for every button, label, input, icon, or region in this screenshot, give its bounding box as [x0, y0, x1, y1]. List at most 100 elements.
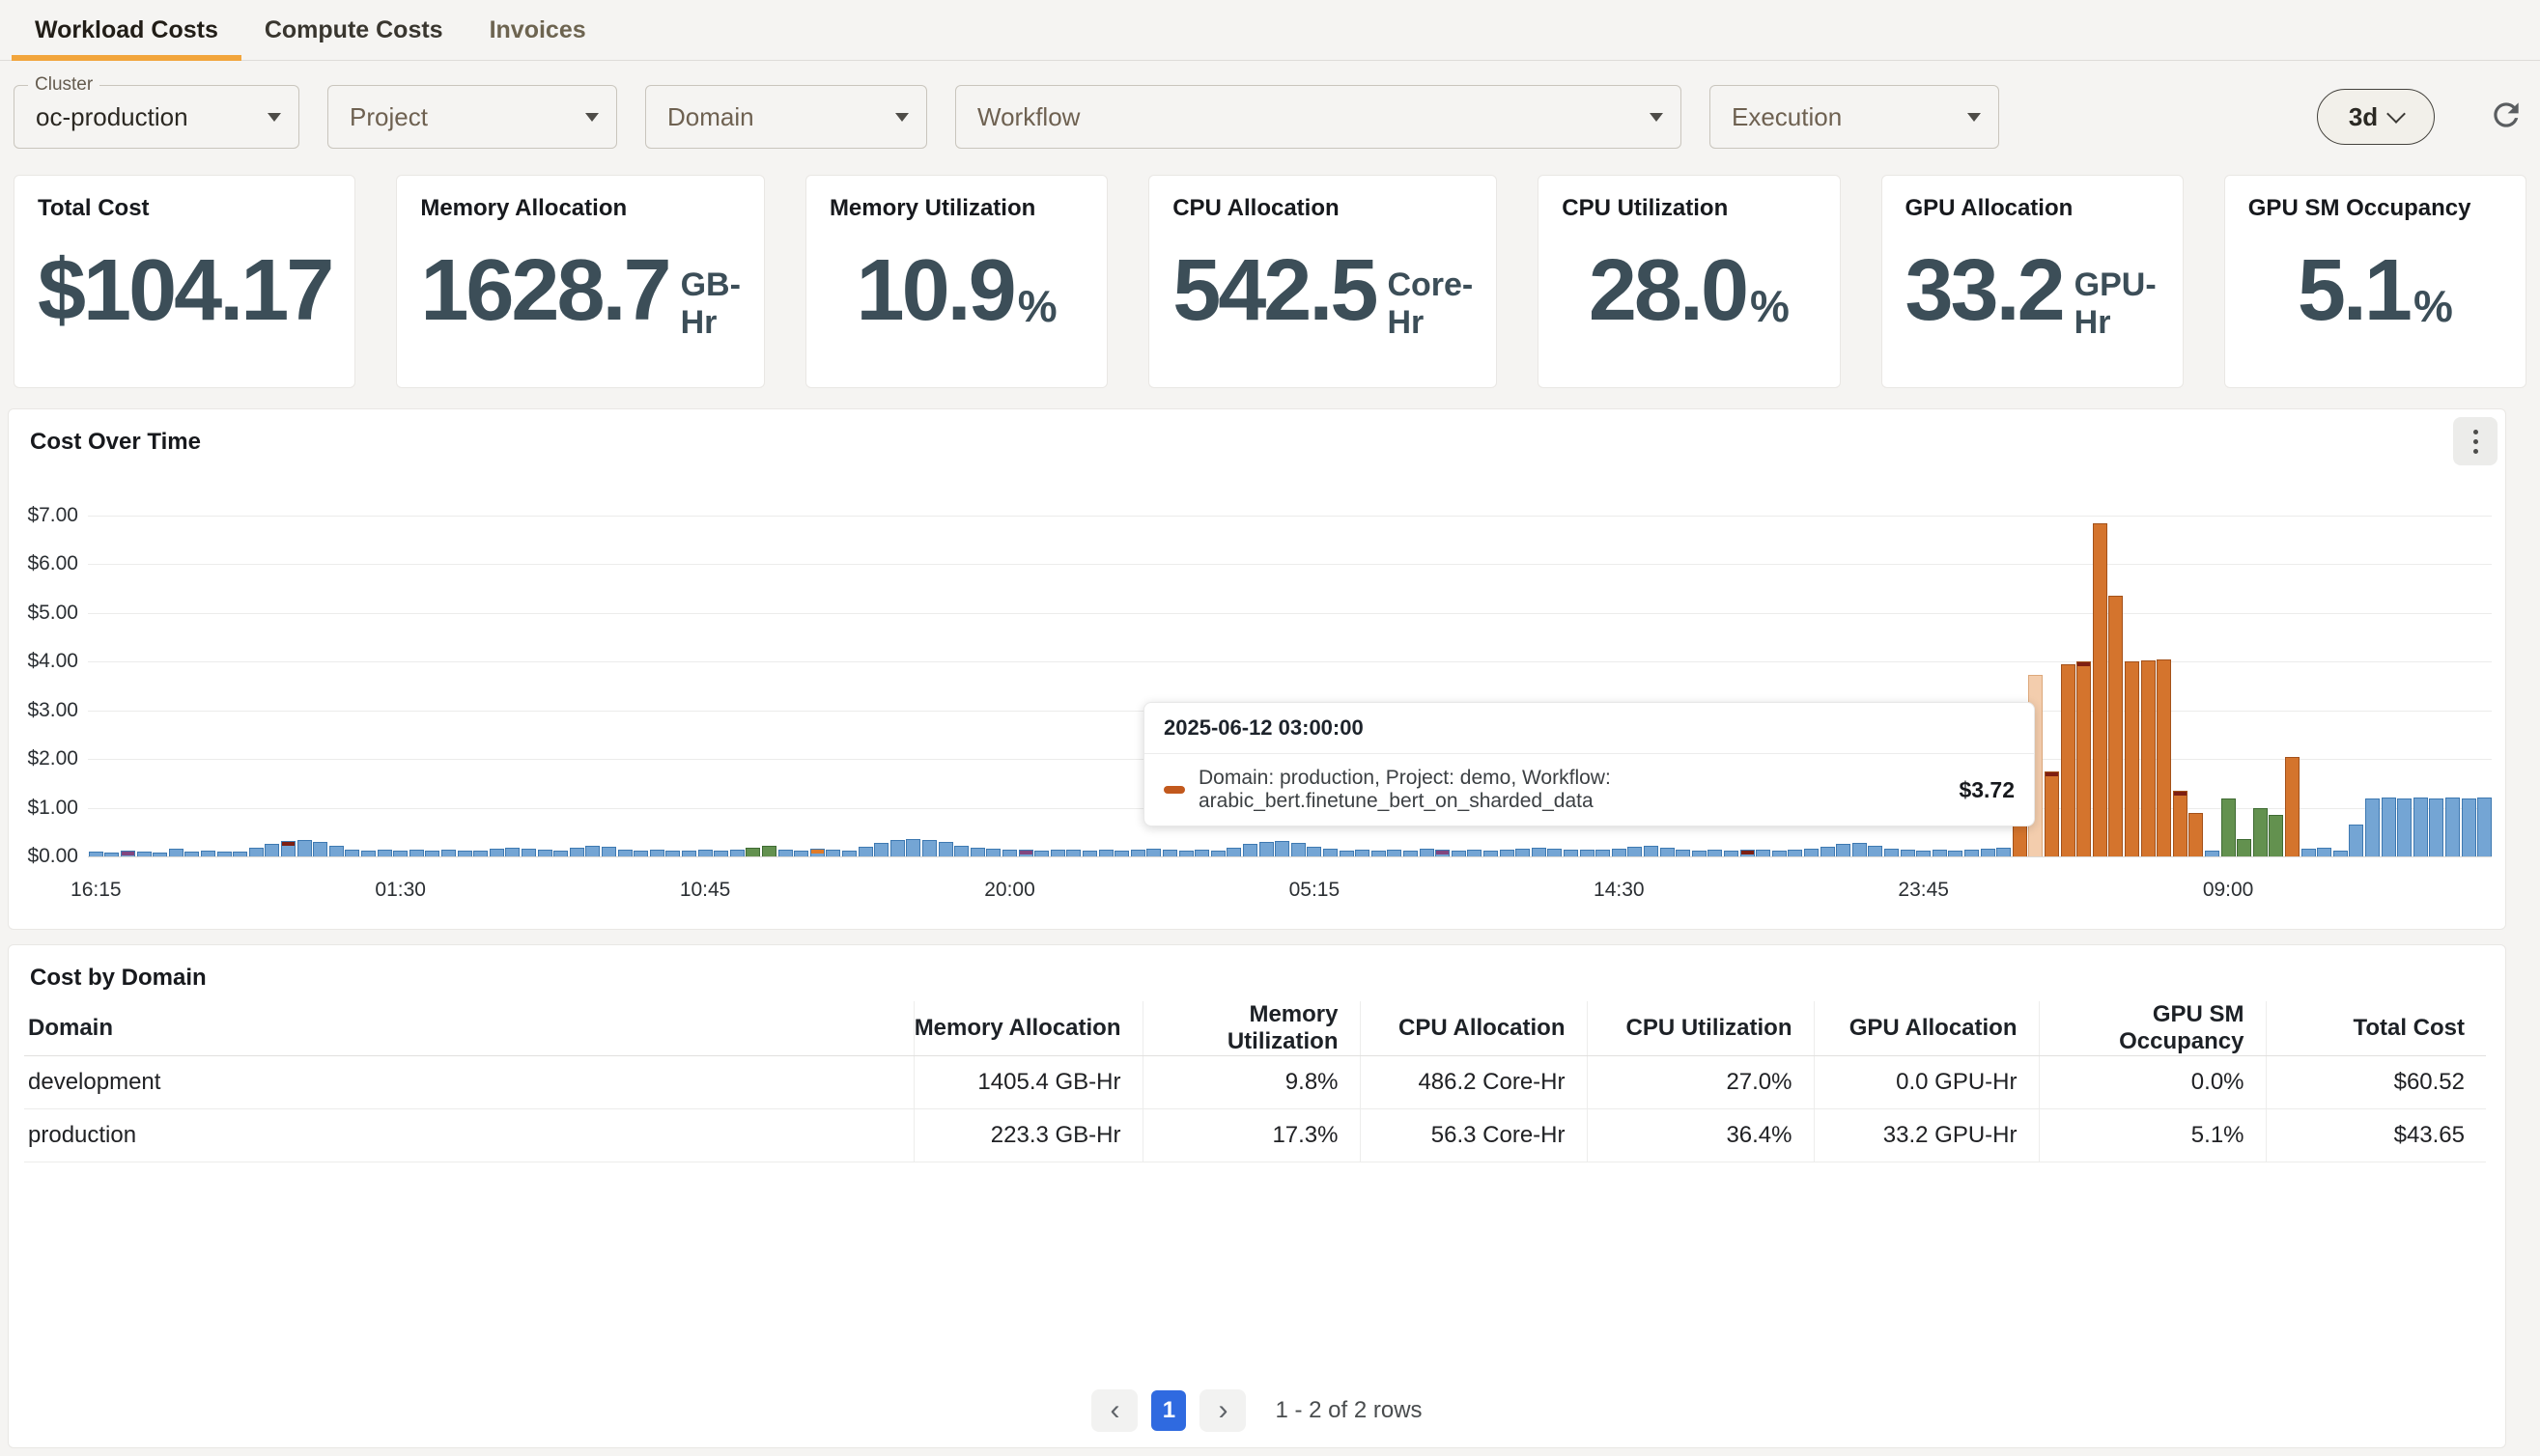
bar[interactable]	[954, 846, 969, 856]
bar[interactable]	[2076, 661, 2091, 856]
bar[interactable]	[522, 849, 536, 856]
bar[interactable]	[1532, 848, 1546, 856]
bar[interactable]	[1403, 851, 1418, 856]
bar[interactable]	[2125, 661, 2139, 856]
bar[interactable]	[1676, 850, 1690, 856]
bar[interactable]	[1083, 851, 1097, 856]
bar[interactable]	[1467, 850, 1482, 856]
bar[interactable]	[1868, 846, 1882, 856]
bar[interactable]	[1627, 847, 1642, 856]
bar[interactable]	[762, 846, 776, 856]
filter-select-project[interactable]: Project	[327, 85, 617, 149]
bar[interactable]	[2397, 798, 2412, 856]
bar[interactable]	[2382, 798, 2396, 856]
bar[interactable]	[650, 850, 664, 856]
bar[interactable]	[1002, 850, 1017, 856]
bar[interactable]	[1163, 850, 1177, 856]
bar[interactable]	[1836, 844, 1850, 856]
previous-page-button[interactable]: ‹	[1091, 1389, 1138, 1432]
bar[interactable]	[441, 850, 456, 856]
bar[interactable]	[682, 851, 696, 856]
bar[interactable]	[2045, 771, 2059, 856]
bar[interactable]	[2445, 798, 2460, 856]
bar[interactable]	[698, 850, 713, 856]
bar[interactable]	[378, 850, 392, 856]
filter-select-domain[interactable]: Domain	[645, 85, 927, 149]
bar[interactable]	[1435, 850, 1450, 856]
bar[interactable]	[490, 849, 504, 856]
bar[interactable]	[458, 851, 472, 856]
bar[interactable]	[329, 846, 344, 856]
bar[interactable]	[505, 848, 520, 856]
bar[interactable]	[538, 850, 552, 856]
bar[interactable]	[585, 846, 600, 856]
filter-select-execution[interactable]: Execution	[1709, 85, 1999, 149]
tab-compute-costs[interactable]: Compute Costs	[241, 0, 466, 60]
bar[interactable]	[553, 851, 568, 856]
bar[interactable]	[826, 850, 840, 856]
bar[interactable]	[2253, 808, 2268, 856]
bar[interactable]	[2301, 849, 2316, 856]
bar[interactable]	[1916, 851, 1931, 856]
next-page-button[interactable]: ›	[1199, 1389, 1246, 1432]
bar[interactable]	[409, 850, 424, 856]
refresh-button[interactable]	[2488, 97, 2525, 136]
bar[interactable]	[1996, 848, 2011, 856]
bar[interactable]	[2349, 825, 2363, 856]
bar[interactable]	[104, 853, 119, 856]
bar[interactable]	[634, 851, 648, 856]
bar[interactable]	[2429, 798, 2443, 856]
bar[interactable]	[986, 849, 1001, 856]
bar[interactable]	[249, 848, 264, 856]
bar[interactable]	[2237, 839, 2251, 856]
bar[interactable]	[842, 851, 857, 856]
bar[interactable]	[1901, 850, 1915, 856]
bar[interactable]	[1115, 851, 1129, 856]
bar[interactable]	[874, 843, 889, 856]
bar[interactable]	[1131, 850, 1145, 856]
bar[interactable]	[1211, 851, 1226, 856]
bar[interactable]	[1146, 849, 1161, 856]
bar[interactable]	[890, 840, 905, 856]
bar[interactable]	[730, 850, 745, 856]
bar[interactable]	[2061, 664, 2075, 856]
bar[interactable]	[2108, 596, 2123, 856]
bar[interactable]	[1948, 851, 1962, 856]
bar[interactable]	[1804, 849, 1819, 856]
bar[interactable]	[265, 844, 279, 856]
bar[interactable]	[1355, 850, 1369, 856]
bar[interactable]	[2285, 757, 2300, 856]
bar[interactable]	[2141, 660, 2156, 856]
bar[interactable]	[2205, 851, 2219, 856]
cost-over-time-chart[interactable]: $0.00$1.00$2.00$3.00$4.00$5.00$6.00$7.00…	[9, 409, 2505, 929]
bar[interactable]	[1933, 850, 1947, 856]
bar[interactable]	[1981, 849, 1995, 856]
bar[interactable]	[1259, 842, 1274, 856]
bar[interactable]	[1644, 846, 1658, 856]
bar[interactable]	[1307, 847, 1321, 856]
bar[interactable]	[1066, 850, 1081, 856]
bar[interactable]	[602, 847, 616, 856]
bar[interactable]	[2365, 798, 2380, 856]
bar[interactable]	[922, 840, 937, 856]
bar[interactable]	[1243, 844, 1257, 856]
cluster-select[interactable]: Cluster oc-production	[14, 85, 299, 149]
bar[interactable]	[778, 850, 793, 856]
bar[interactable]	[1227, 848, 1241, 856]
bar[interactable]	[153, 853, 167, 856]
bar[interactable]	[1964, 850, 1979, 856]
bar[interactable]	[233, 852, 247, 856]
bar[interactable]	[971, 848, 985, 856]
bar[interactable]	[184, 852, 199, 856]
bar[interactable]	[1692, 851, 1707, 856]
bar[interactable]	[1195, 850, 1209, 856]
bar[interactable]	[361, 851, 376, 856]
bar[interactable]	[1852, 843, 1867, 856]
time-range-button[interactable]: 3d	[2317, 89, 2435, 145]
bar[interactable]	[169, 849, 183, 856]
bar[interactable]	[137, 852, 152, 856]
bar[interactable]	[1580, 850, 1595, 856]
bar[interactable]	[345, 850, 359, 856]
bar[interactable]	[906, 839, 920, 856]
bar[interactable]	[618, 850, 633, 856]
